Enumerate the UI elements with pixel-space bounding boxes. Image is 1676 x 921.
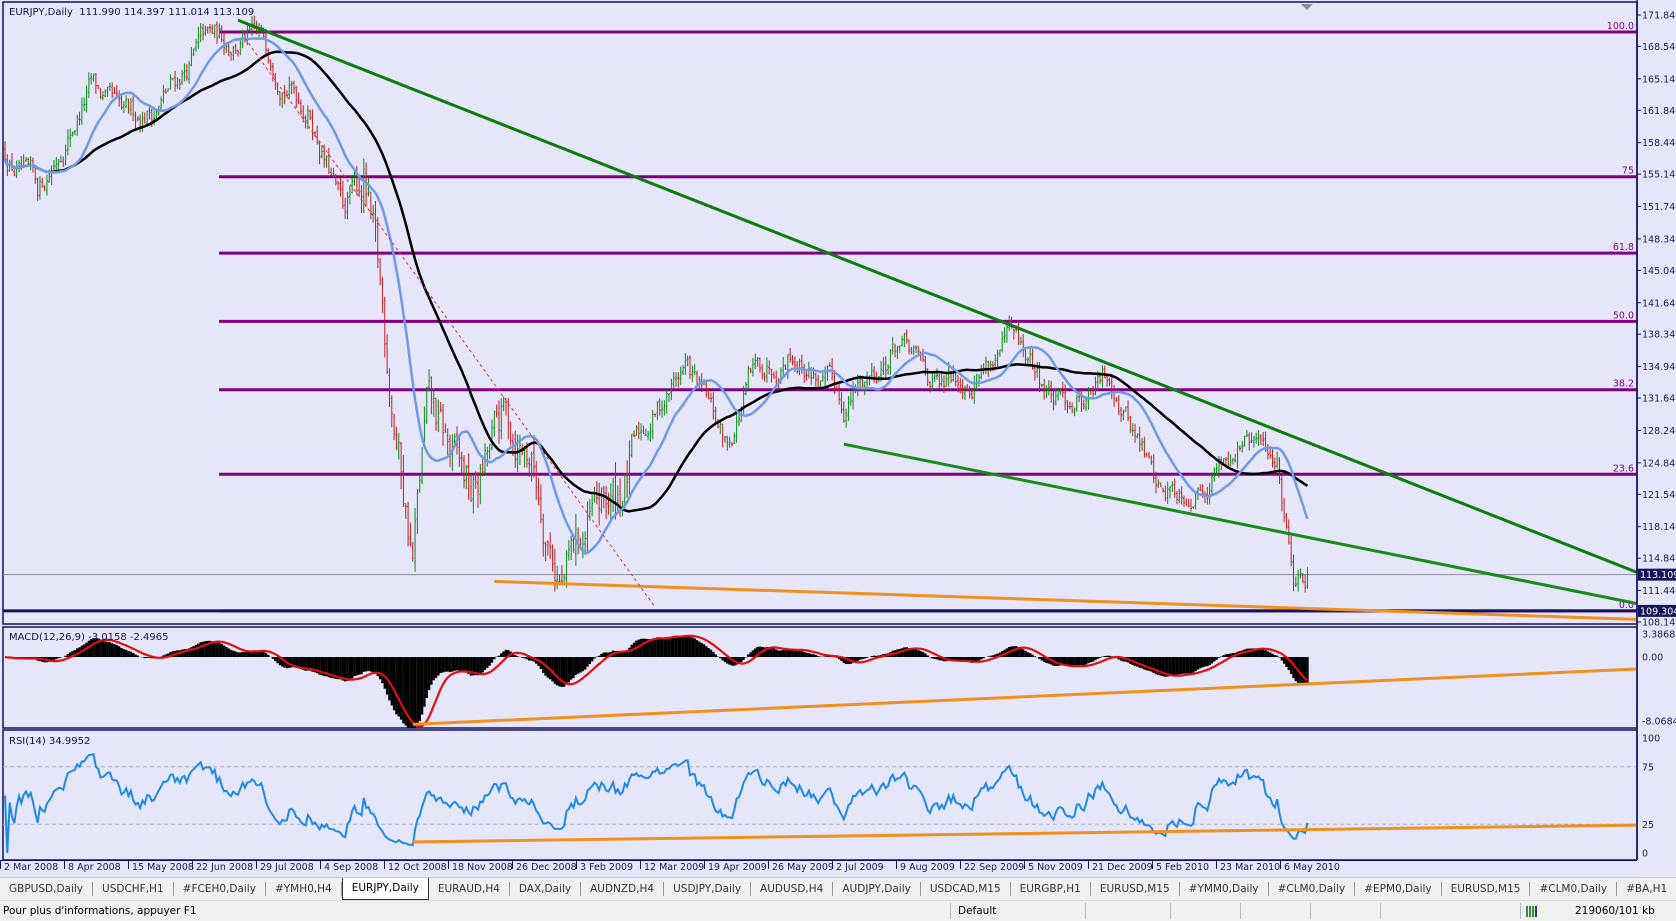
rsi-tick-label: 25 xyxy=(1642,820,1654,831)
price-tick-label: 155.140 xyxy=(1642,170,1676,181)
date-label: 15 May 2008 xyxy=(128,861,194,873)
price-tick-label: 121.540 xyxy=(1642,490,1676,501)
price-tick-label: 158.440 xyxy=(1642,138,1676,149)
chart-window[interactable]: 100.07561.850.038.223.60.0 171.840168.54… xyxy=(0,0,1676,860)
chart-tab[interactable]: EURUSD,M15 xyxy=(1091,882,1180,896)
date-label: 22 Jun 2008 xyxy=(192,861,256,873)
chart-tab[interactable]: #YMH0,H4 xyxy=(266,882,342,896)
rsi-tick-label: 100 xyxy=(1642,734,1660,745)
price-tick-label: 131.640 xyxy=(1642,394,1676,405)
price-tick-label: 124.840 xyxy=(1642,458,1676,469)
price-tick-label: 141.640 xyxy=(1642,298,1676,309)
chart-tab[interactable]: #BA,H1 xyxy=(1617,882,1676,896)
chart-tab[interactable]: EURJPY,Daily xyxy=(341,877,429,900)
macd-tick-label: -8.0684 xyxy=(1642,716,1676,727)
fib-level-label: 50.0 xyxy=(1613,310,1634,321)
date-axis: 2 Mar 2008 8 Apr 2008 15 May 2008 22 Jun 20… xyxy=(0,860,1640,877)
fib-level-label: 100.0 xyxy=(1607,21,1634,32)
rsi-tick-label: 75 xyxy=(1642,762,1654,773)
symbol-header: EURJPY,Daily 111.990 114.397 111.014 113… xyxy=(9,7,254,18)
price-badge-label: 113.109 xyxy=(1640,570,1676,581)
connection-status-icon xyxy=(1526,906,1537,917)
date-label: 5 Feb 2010 xyxy=(1152,861,1216,873)
chart-tab[interactable]: USDCHF,H1 xyxy=(93,882,174,896)
chart-tab[interactable]: #FCEH0,Daily xyxy=(174,882,266,896)
chart-tabs: GBPUSD,Daily USDCHF,H1 #FCEH0,Daily #YMH0,H… xyxy=(0,877,1676,900)
chart-tab[interactable]: EURGBP,H1 xyxy=(1011,882,1091,896)
date-label: 29 Jul 2008 xyxy=(256,861,320,873)
price-tick-label: 151.740 xyxy=(1642,202,1676,213)
date-label: 5 Nov 2009 xyxy=(1024,861,1088,873)
date-label: 23 Mar 2010 xyxy=(1216,861,1280,873)
price-tick-label: 165.140 xyxy=(1642,74,1676,85)
chart-tab[interactable]: #CLM0,Daily xyxy=(1530,882,1618,896)
date-label: 18 Nov 2008 xyxy=(448,861,513,873)
fib-level-label: 38.2 xyxy=(1613,379,1634,390)
date-label: 2 Mar 2008 xyxy=(0,861,64,873)
macd-tick-label: 0.00 xyxy=(1642,653,1663,664)
chart-tab[interactable]: AUDJPY,Daily xyxy=(833,882,921,896)
fib-level-label: 61.8 xyxy=(1613,242,1634,253)
chart-tab[interactable]: EURUSD,M15 xyxy=(1442,882,1531,896)
chart-tab[interactable]: #YMM0,Daily xyxy=(1180,882,1269,896)
chart-background xyxy=(0,0,1676,860)
fib-level-label: 75 xyxy=(1622,166,1634,177)
date-label: 12 Mar 2009 xyxy=(640,861,704,873)
date-label: 6 May 2010 xyxy=(1280,861,1344,873)
price-tick-label: 161.840 xyxy=(1642,106,1676,117)
date-label: 3 Feb 2009 xyxy=(576,861,640,873)
chart-tab[interactable]: GBPUSD,Daily xyxy=(0,882,94,896)
date-label: 4 Sep 2008 xyxy=(320,861,384,873)
chart-tab[interactable]: AUDUSD,H4 xyxy=(751,882,834,896)
date-label: 26 Dec 2008 xyxy=(512,861,577,873)
price-tick-label: 114.840 xyxy=(1642,554,1676,565)
date-label: 8 Apr 2008 xyxy=(64,861,128,873)
price-tick-label: 138.340 xyxy=(1642,330,1676,341)
chart-tab[interactable]: DAX,Daily xyxy=(510,882,582,896)
price-tick-label: 171.840 xyxy=(1642,11,1676,22)
date-axis-corner xyxy=(1637,860,1676,876)
chart-tab[interactable]: #CLM0,Daily xyxy=(1269,882,1356,896)
date-label: 19 Apr 2009 xyxy=(704,861,768,873)
price-tick-label: 145.040 xyxy=(1642,266,1676,277)
date-label: 2 Jul 2009 xyxy=(832,861,896,873)
macd-label: MACD(12,26,9) -3.0158 -2.4965 xyxy=(9,632,169,643)
chart-tab[interactable]: AUDNZD,H4 xyxy=(581,882,665,896)
date-label: 12 Oct 2008 xyxy=(384,861,448,873)
rsi-tick-label: 0 xyxy=(1642,849,1648,860)
chart-tab[interactable]: EURAUD,H4 xyxy=(429,882,510,896)
fib-level-label: 23.6 xyxy=(1613,463,1634,474)
price-tick-label: 128.240 xyxy=(1642,426,1676,437)
date-label: 22 Sep 2009 xyxy=(960,861,1024,873)
macd-tick-label: 3.3868 xyxy=(1642,630,1675,641)
rsi-label: RSI(14) 34.9952 xyxy=(9,736,90,747)
status-bar: Pour plus d'informations, appuyer F1 Def… xyxy=(0,900,1676,921)
price-tick-label: 118.140 xyxy=(1642,522,1676,533)
price-tick-label: 148.340 xyxy=(1642,234,1676,245)
status-profile: Default xyxy=(958,905,997,917)
status-traffic: 219060/101 kb xyxy=(1575,905,1655,917)
price-tick-label: 134.940 xyxy=(1642,362,1676,373)
price-badge-label: 109.304 xyxy=(1640,606,1676,617)
price-tick-label: 108.140 xyxy=(1642,617,1676,628)
chart-tab[interactable]: USDJPY,Daily xyxy=(664,882,752,896)
chart-tab[interactable]: USDCAD,M15 xyxy=(921,882,1011,896)
date-label: 21 Dec 2009 xyxy=(1088,861,1153,873)
date-label: 26 May 2009 xyxy=(768,861,834,873)
chart-tab[interactable]: #EPM0,Daily xyxy=(1355,882,1442,896)
price-tick-label: 168.540 xyxy=(1642,42,1676,53)
price-tick-label: 111.440 xyxy=(1642,586,1676,597)
status-help: Pour plus d'informations, appuyer F1 xyxy=(3,905,197,917)
date-label: 9 Aug 2009 xyxy=(896,861,960,873)
